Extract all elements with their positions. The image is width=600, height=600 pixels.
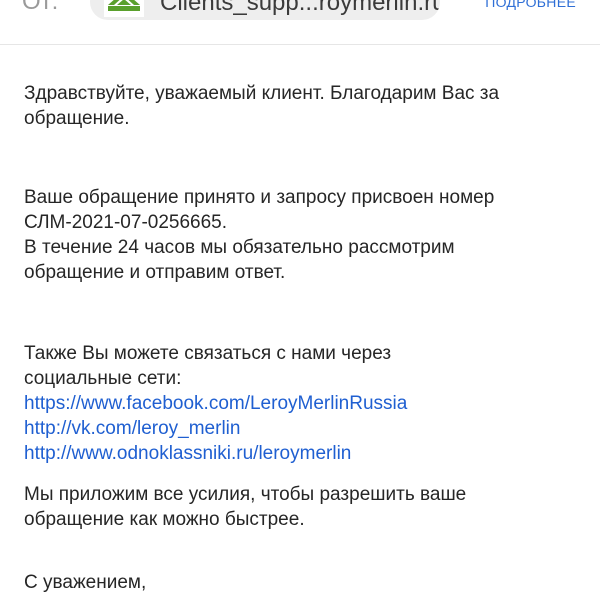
social-intro-line: Также Вы можете связаться с нами через	[24, 343, 392, 364]
greeting-line: Здравствуйте, уважаемый клиент. Благодар…	[24, 83, 500, 104]
social-intro-line: социальные сети:	[24, 368, 182, 389]
request-info-line: Ваше обращение принято и запросу присвое…	[24, 187, 495, 208]
sign-off-paragraph: С уважением,	[24, 570, 584, 595]
sender-address: Clients_supp...roymerlin.ru	[160, 0, 440, 16]
facebook-link[interactable]: https://www.facebook.com/LeroyMerlinRuss…	[24, 391, 584, 416]
greeting-line: обращение.	[24, 108, 130, 129]
request-info-line: В течение 24 часов мы обязательно рассмо…	[24, 237, 455, 258]
email-screen: От: Clients_supp...roymerlin.ru ПОДРОБНЕ…	[0, 0, 600, 600]
request-info-line: обращение и отправим ответ.	[24, 262, 286, 283]
effort-paragraph: Мы приложим все усилия, чтобы разрешить …	[24, 482, 584, 532]
sign-off: С уважением,	[24, 572, 147, 593]
effort-line: Мы приложим все усилия, чтобы разрешить …	[24, 484, 467, 505]
greeting-paragraph: Здравствуйте, уважаемый клиент. Благодар…	[24, 81, 584, 131]
email-header: От: Clients_supp...roymerlin.ru ПОДРОБНЕ…	[0, 0, 600, 45]
request-info-paragraph: Ваше обращение принято и запросу присвое…	[24, 185, 584, 285]
leroy-merlin-logo-icon	[104, 0, 144, 17]
details-link[interactable]: ПОДРОБНЕЕ	[485, 0, 576, 10]
social-paragraph: Также Вы можете связаться с нами через с…	[24, 341, 584, 466]
request-number: СЛМ-2021-07-0256665.	[24, 212, 228, 233]
vk-link[interactable]: http://vk.com/leroy_merlin	[24, 416, 584, 441]
odnoklassniki-link[interactable]: http://www.odnoklassniki.ru/leroymerlin	[24, 441, 584, 466]
sender-chip[interactable]: Clients_supp...roymerlin.ru	[90, 0, 440, 20]
effort-line: обращение как можно быстрее.	[24, 509, 305, 530]
from-label: От:	[22, 0, 59, 15]
